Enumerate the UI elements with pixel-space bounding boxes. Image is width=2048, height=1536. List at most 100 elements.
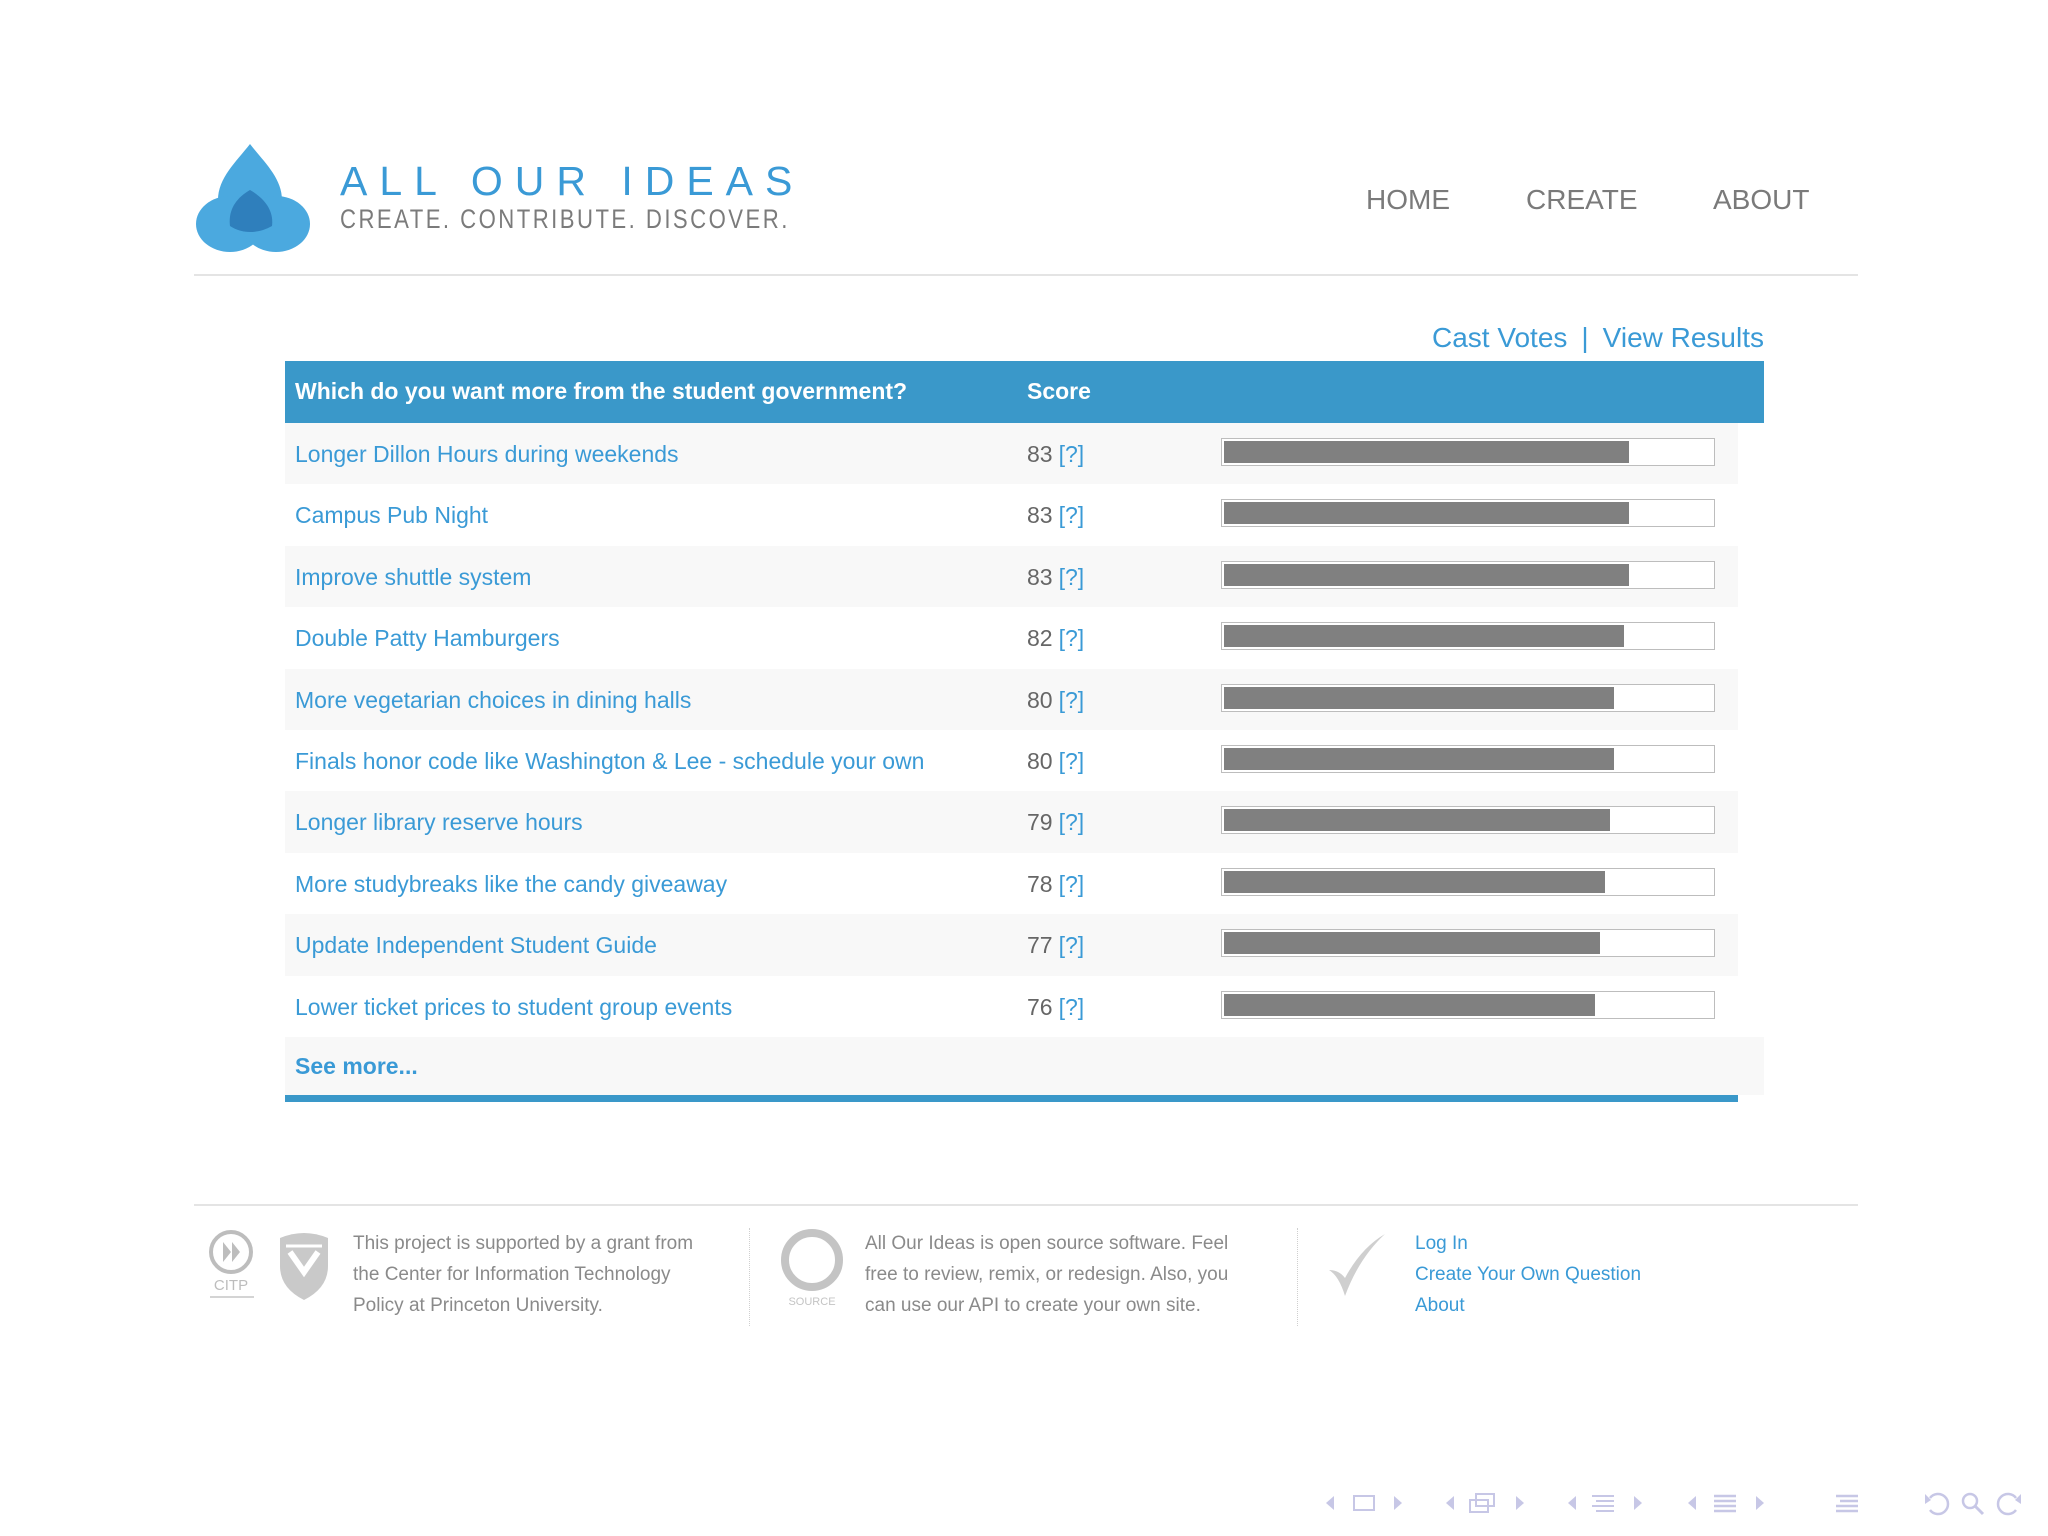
table-row: More studybreaks like the candy giveaway… [285,852,1738,915]
score-help-link[interactable]: [?] [1059,502,1085,528]
idea-link[interactable]: Lower ticket prices to student group eve… [295,994,732,1021]
score-bar-track [1221,929,1715,958]
footer-divider [194,1204,1858,1206]
footer-links: Log In Create Your Own Question About [1415,1228,1735,1321]
undo-icon[interactable] [1922,1488,1952,1518]
idea-link[interactable]: Improve shuttle system [295,564,531,591]
score-bar-fill [1224,563,1629,586]
section-icon[interactable] [1710,1488,1740,1518]
score-help-link[interactable]: [?] [1059,932,1085,958]
table-row: Improve shuttle system 83 [?] [285,545,1738,608]
idea-link[interactable]: More studybreaks like the candy giveaway [295,871,727,898]
header-divider [194,274,1858,276]
score-help-link[interactable]: [?] [1059,687,1085,713]
idea-score: 79 [?] [1027,809,1084,836]
redo-icon[interactable] [1994,1488,2024,1518]
link-separator: | [1581,322,1589,353]
see-more-link[interactable]: See more... [295,1053,418,1080]
idea-link[interactable]: Double Patty Hamburgers [295,625,560,652]
idea-score: 83 [?] [1027,502,1084,529]
score-help-link[interactable]: [?] [1059,625,1085,651]
idea-link[interactable]: Longer library reserve hours [295,809,583,836]
outline-icon[interactable] [1832,1488,1862,1518]
score-bar-fill [1224,686,1614,709]
open-source-ring-icon[interactable]: SOURCE [778,1228,848,1310]
score-bar-fill [1224,932,1600,955]
score-value: 79 [1027,809,1053,836]
prev-arrow-icon[interactable] [1684,1488,1700,1518]
view-results-link[interactable]: View Results [1603,322,1764,353]
score-bar-track [1221,560,1715,589]
score-bar-track [1221,438,1715,466]
idea-score: 83 [?] [1027,441,1084,468]
footer-divider-1 [749,1228,750,1326]
table-header: Which do you want more from the student … [285,361,1764,423]
about-link[interactable]: About [1415,1290,1735,1321]
next-arrow-icon[interactable] [1512,1488,1528,1518]
idea-link[interactable]: Longer Dillon Hours during weekends [295,441,679,468]
subsection-icon[interactable] [1588,1488,1618,1518]
idea-score: 82 [?] [1027,625,1084,652]
nav-home[interactable]: HOME [1366,184,1450,216]
table-row: Finals honor code like Washington & Lee … [285,729,1738,792]
three-petal-logo-icon[interactable] [196,142,314,254]
score-help-link[interactable]: [?] [1059,441,1085,467]
prev-arrow-icon[interactable] [1322,1488,1338,1518]
score-value: 82 [1027,625,1053,652]
viewer-toolbar [1300,1488,2040,1524]
log-in-link[interactable]: Log In [1415,1228,1735,1259]
score-value: 78 [1027,870,1053,897]
score-bar-fill [1224,747,1614,770]
logo-title[interactable]: ALL OUR IDEAS [340,158,804,205]
create-question-link[interactable]: Create Your Own Question [1415,1259,1735,1290]
score-help-link[interactable]: [?] [1059,564,1085,590]
score-value: 77 [1027,932,1053,959]
idea-score: 80 [?] [1027,748,1084,775]
site-header: ALL OUR IDEAS CREATE. CONTRIBUTE. DISCOV… [196,136,1856,276]
score-help-link[interactable]: [?] [1059,871,1085,897]
result-links: Cast Votes | View Results [1280,322,1764,354]
score-bar-fill [1224,502,1629,525]
score-help-link[interactable]: [?] [1059,748,1085,774]
next-arrow-icon[interactable] [1752,1488,1768,1518]
score-value: 83 [1027,502,1053,529]
idea-link[interactable]: Campus Pub Night [295,502,488,529]
prev-arrow-icon[interactable] [1442,1488,1458,1518]
score-bar-track [1221,683,1715,712]
score-bar-fill [1224,625,1624,648]
next-arrow-icon[interactable] [1630,1488,1646,1518]
stacked-frames-icon[interactable] [1466,1488,1500,1518]
princeton-shield-icon [280,1233,328,1300]
idea-link[interactable]: More vegetarian choices in dining halls [295,687,691,714]
table-row: Lower ticket prices to student group eve… [285,975,1738,1037]
score-bar-fill [1224,441,1629,463]
cast-votes-link[interactable]: Cast Votes [1432,322,1567,353]
score-bar-fill [1224,870,1605,893]
results-rows: Longer Dillon Hours during weekends 83 [?]… [285,423,1738,1037]
table-bottom-bar [285,1094,1738,1102]
nav-about[interactable]: ABOUT [1713,184,1809,216]
nav-create[interactable]: CREATE [1526,184,1638,216]
prev-arrow-icon[interactable] [1564,1488,1580,1518]
idea-score: 83 [?] [1027,564,1084,591]
frame-icon[interactable] [1350,1488,1378,1518]
idea-link[interactable]: Finals honor code like Washington & Lee … [295,748,924,775]
score-help-link[interactable]: [?] [1059,809,1085,835]
score-value: 80 [1027,747,1053,774]
next-arrow-icon[interactable] [1390,1488,1406,1518]
idea-link[interactable]: Update Independent Student Guide [295,932,657,959]
table-row: Longer library reserve hours 79 [?] [285,791,1738,853]
score-column-header: Score [1027,378,1091,404]
table-row: Update Independent Student Guide 77 [?] [285,914,1738,976]
footer-divider-2 [1297,1228,1298,1326]
results-table: Which do you want more from the student … [285,361,1764,1102]
score-bar-track [1221,622,1715,651]
citp-play-icon[interactable]: CITP [206,1228,260,1304]
score-value: 83 [1027,563,1053,590]
see-more-row: See more... [285,1036,1764,1095]
score-bar-track [1221,744,1715,773]
checkmark-icon [1329,1234,1385,1296]
zoom-icon[interactable] [1958,1488,1988,1518]
score-help-link[interactable]: [?] [1059,994,1085,1020]
idea-score: 80 [?] [1027,687,1084,714]
